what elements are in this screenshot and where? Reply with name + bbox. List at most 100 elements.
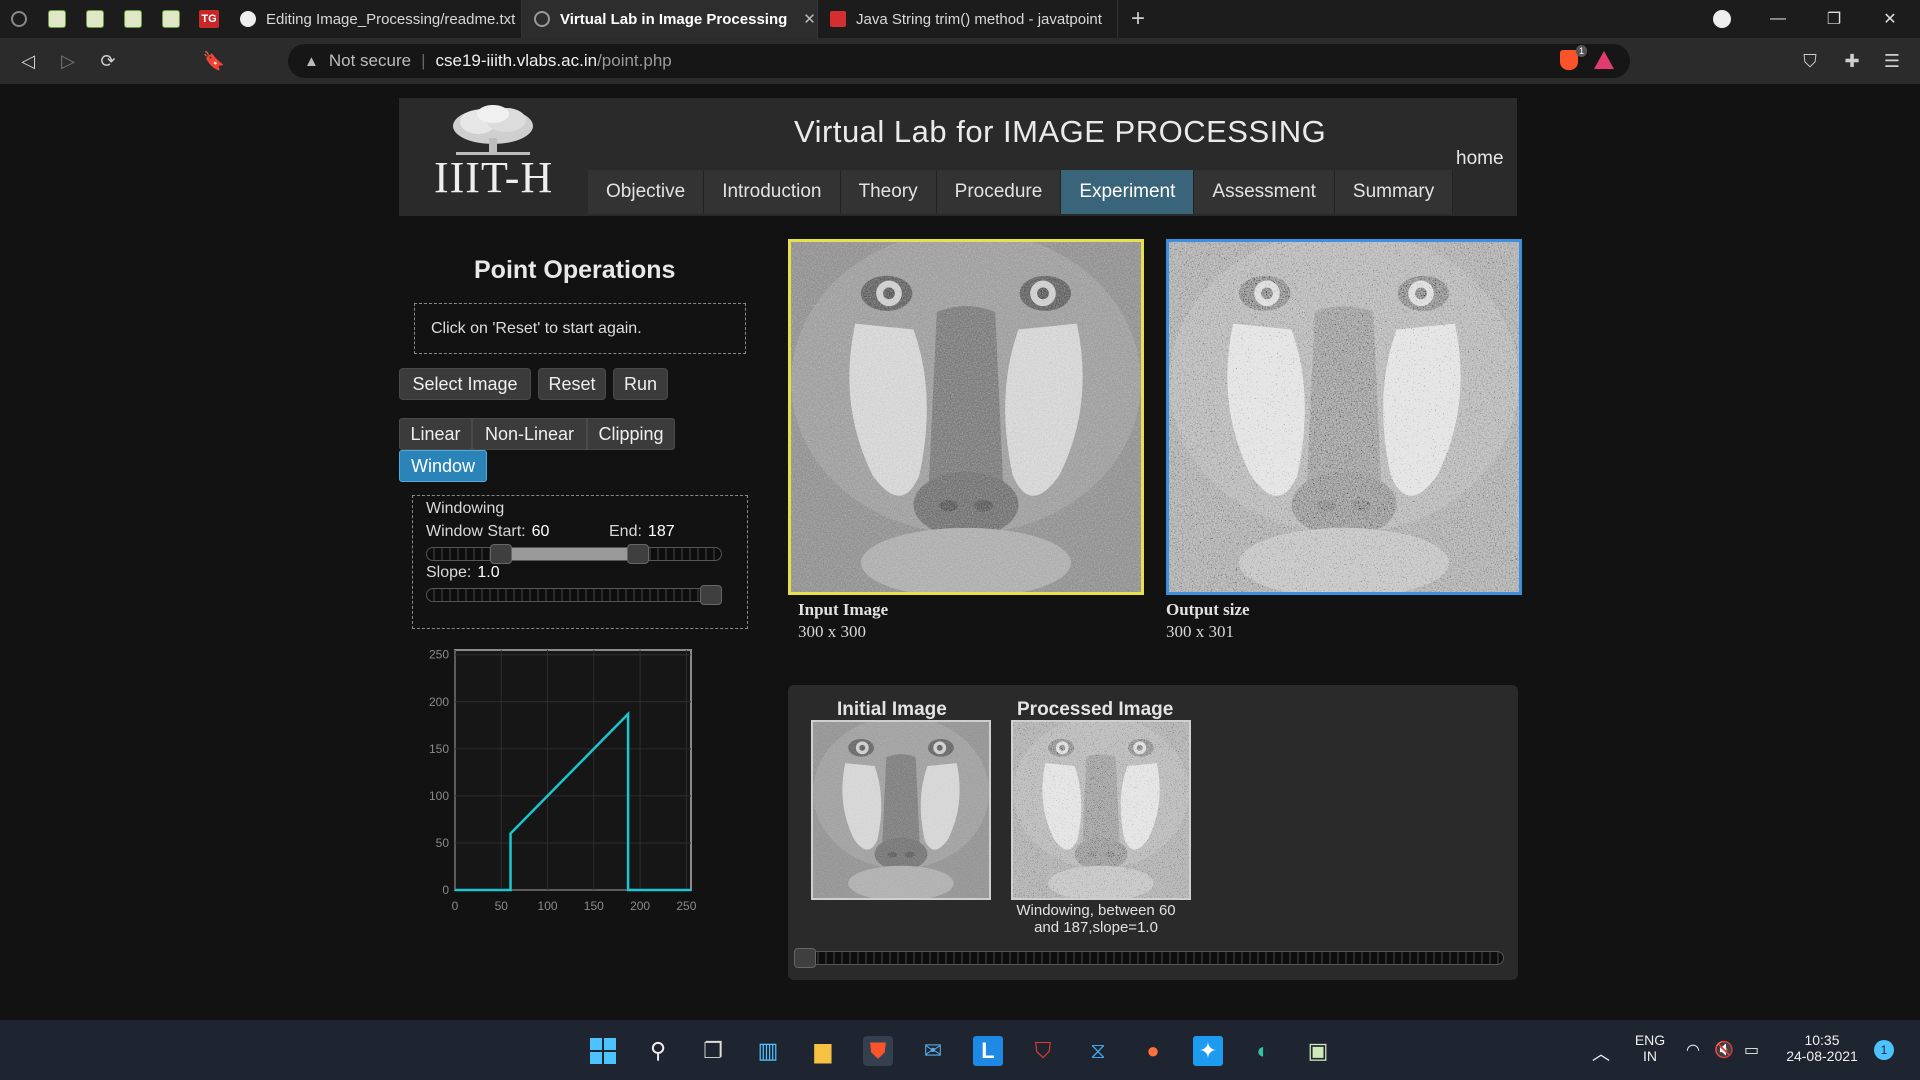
mcafee-icon[interactable]: ⛉ [1028, 1036, 1058, 1066]
tab-linear[interactable]: Linear [399, 418, 472, 450]
x-tick-label: 50 [495, 899, 509, 913]
pinned-tab[interactable] [76, 0, 114, 38]
window-end-value: 187 [647, 523, 675, 540]
close-window-icon[interactable]: ✕ [1862, 0, 1918, 38]
nav-objective[interactable]: Objective [588, 170, 705, 214]
edge-icon[interactable]: ◐ [1248, 1036, 1278, 1066]
history-scroll-handle[interactable] [794, 948, 816, 968]
window-start-handle[interactable] [490, 544, 513, 564]
y-tick-label: 250 [429, 648, 449, 662]
start-icon[interactable] [588, 1036, 618, 1066]
url-host: cse19-iiith.vlabs.ac.in [435, 51, 598, 70]
brave-rewards-icon[interactable] [1594, 51, 1614, 69]
run-button[interactable]: Run [613, 368, 668, 400]
input-image [791, 242, 1141, 592]
brave-shields-icon[interactable]: 1 [1560, 45, 1587, 70]
vscode-icon[interactable]: ⧖ [1083, 1036, 1113, 1066]
logo-tree-icon [453, 105, 533, 155]
image-icon [162, 10, 180, 28]
window-end-handle[interactable] [626, 544, 649, 564]
nav-theory[interactable]: Theory [840, 170, 937, 214]
search-icon[interactable]: ⚲ [643, 1036, 673, 1066]
y-tick-label: 200 [429, 695, 449, 709]
info-message: Click on 'Reset' to start again. [414, 303, 746, 354]
nav-experiment[interactable]: Experiment [1061, 170, 1195, 214]
reload-icon[interactable]: ⟳ [88, 38, 128, 84]
slope-handle[interactable] [700, 585, 722, 605]
menu-icon[interactable]: ☰ [1872, 38, 1912, 84]
slope-slider[interactable] [426, 588, 722, 602]
nav-summary[interactable]: Summary [1334, 170, 1454, 214]
nav-procedure[interactable]: Procedure [936, 170, 1062, 214]
l-app-icon[interactable]: L [973, 1036, 1003, 1066]
tab-virtual-lab[interactable]: Virtual Lab in Image Processing ✕ [522, 0, 818, 38]
mail-icon[interactable]: ✉ [918, 1036, 948, 1066]
tg-icon: TG [199, 10, 219, 28]
processed-image-thumbnail[interactable] [1011, 720, 1191, 900]
window-range-slider[interactable] [426, 547, 722, 561]
warning-icon: ▲ [304, 52, 319, 70]
select-image-button[interactable]: Select Image [399, 368, 531, 400]
image-icon [124, 10, 142, 28]
clock[interactable]: 10:35 24-08-2021 [1780, 1032, 1864, 1064]
image-icon [86, 10, 104, 28]
y-tick-label: 150 [429, 742, 449, 756]
pinned-tab[interactable] [0, 0, 38, 38]
tab-title: Editing Image_Processing/readme.txt · [266, 10, 522, 28]
logo-text: IIIT-H [434, 153, 554, 202]
minimize-icon[interactable]: — [1750, 0, 1806, 38]
tray-chevron-icon[interactable]: ︿ [1592, 1040, 1610, 1066]
y-tick-label: 0 [442, 883, 449, 897]
bookmark-icon[interactable]: 🔖 [194, 38, 234, 84]
back-icon[interactable]: ◁ [8, 38, 48, 84]
forward-icon[interactable]: ▷ [48, 38, 88, 84]
address-bar-row: ◁ ▷ ⟳ 🔖 ▲ Not secure | cse19-iiith.vlabs… [0, 38, 1920, 84]
pinned-tab[interactable]: TG [190, 0, 228, 38]
input-image-canvas[interactable] [788, 239, 1144, 595]
tab-search-icon[interactable] [1694, 0, 1750, 38]
browser-tab-bar: TG Editing Image_Processing/readme.txt ·… [0, 0, 1920, 38]
shield-extension-icon[interactable]: ⛉ [1790, 38, 1830, 84]
restore-icon[interactable]: ❐ [1806, 0, 1862, 38]
new-tab-button[interactable]: + [1118, 0, 1158, 38]
pinned-tab[interactable] [38, 0, 76, 38]
battery-icon[interactable]: ▭ [1744, 1040, 1759, 1060]
tab-javatpoint[interactable]: Java String trim() method - javatpoint [818, 0, 1118, 38]
window-end-label: End: [609, 523, 642, 540]
brave-shields-badge: 1 [1575, 45, 1587, 57]
language-indicator[interactable]: ENG IN [1630, 1032, 1670, 1064]
pinned-tab[interactable] [114, 0, 152, 38]
home-link[interactable]: home [1456, 148, 1504, 170]
task-view-icon[interactable]: ❐ [698, 1036, 728, 1066]
security-label: Not secure [328, 51, 412, 70]
x-tick-label: 0 [452, 899, 459, 913]
input-image-label: Input Image [798, 600, 889, 619]
url-separator: | [421, 51, 426, 70]
nav-assessment[interactable]: Assessment [1194, 170, 1335, 214]
nav-introduction[interactable]: Introduction [704, 170, 841, 214]
output-image-canvas[interactable] [1166, 239, 1522, 595]
firefox-icon[interactable]: ● [1138, 1036, 1168, 1066]
tab-nonlinear[interactable]: Non-Linear [472, 418, 587, 450]
pinned-tab[interactable] [152, 0, 190, 38]
initial-image-thumbnail[interactable] [811, 720, 991, 900]
twitter-icon[interactable]: ✦ [1193, 1036, 1223, 1066]
history-scrollbar[interactable] [794, 951, 1504, 965]
close-tab-icon[interactable]: ✕ [803, 10, 816, 28]
widgets-icon[interactable]: ▥ [753, 1036, 783, 1066]
extensions-icon[interactable]: ✚ [1832, 38, 1872, 84]
tab-clipping[interactable]: Clipping [587, 418, 675, 450]
tab-window[interactable]: Window [399, 450, 487, 482]
volume-muted-icon[interactable]: 🔇 [1714, 1040, 1734, 1060]
notification-badge[interactable]: 1 [1874, 1040, 1894, 1060]
file-explorer-icon[interactable]: ▆ [808, 1036, 838, 1066]
reset-button[interactable]: Reset [538, 368, 606, 400]
slope-value: 1.0 [477, 564, 500, 581]
wifi-icon[interactable]: ◠ [1686, 1040, 1700, 1060]
image-viewer-icon[interactable]: ▣ [1303, 1036, 1333, 1066]
url-field[interactable]: ▲ Not secure | cse19-iiith.vlabs.ac.in /… [288, 44, 1630, 78]
brave-browser-icon[interactable]: ⛊ [863, 1036, 893, 1066]
tab-github[interactable]: Editing Image_Processing/readme.txt · [228, 0, 522, 38]
window-start-readout: Window Start: 60 [426, 523, 549, 541]
x-tick-label: 250 [676, 899, 696, 913]
